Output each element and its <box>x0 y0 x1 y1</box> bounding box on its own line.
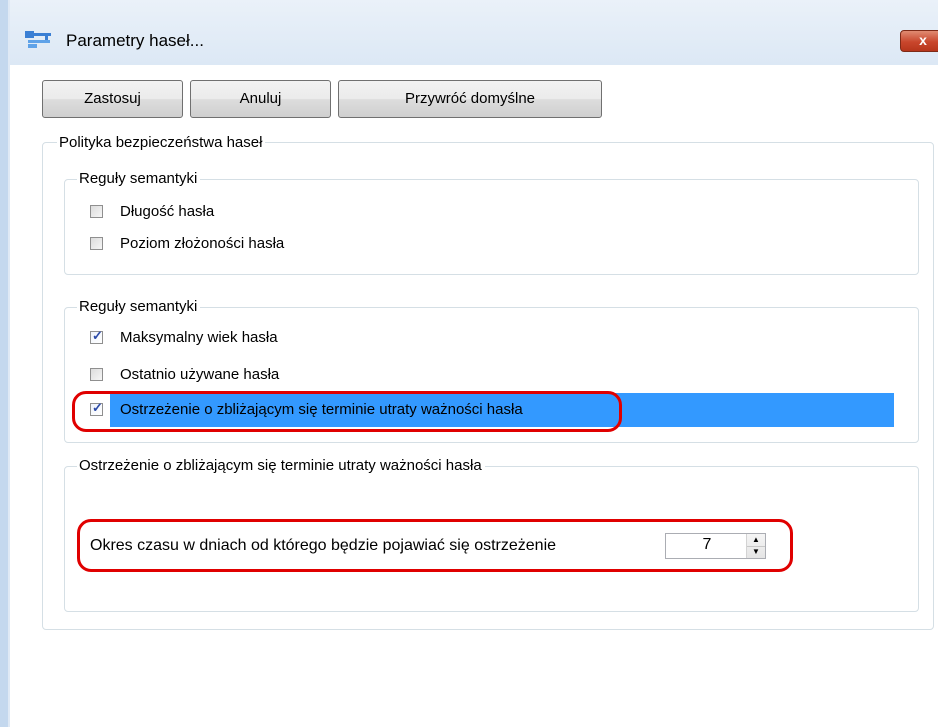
expiry-warning-group-title: Ostrzeżenie o zbliżającym się terminie u… <box>77 457 485 475</box>
app-key-icon <box>25 31 51 48</box>
cancel-button[interactable]: Anuluj <box>190 80 331 118</box>
password-complexity-label: Poziom złożoności hasła <box>120 235 285 252</box>
close-button[interactable]: x <box>900 30 938 52</box>
semantics-group-1 <box>64 179 919 275</box>
restore-defaults-button[interactable]: Przywróć domyślne <box>338 80 602 118</box>
max-password-age-checkbox[interactable]: ✓ <box>90 328 103 344</box>
max-password-age-label: Maksymalny wiek hasła <box>120 329 278 346</box>
password-complexity-checkbox[interactable] <box>90 237 103 250</box>
window-title: Parametry haseł... <box>66 31 204 50</box>
annotation-highlight-expiry-option <box>72 391 622 432</box>
password-policy-group-title: Polityka bezpieczeństwa haseł <box>57 134 266 152</box>
recent-passwords-label: Ostatnio używane hasła <box>120 366 280 383</box>
password-length-checkbox[interactable] <box>90 205 103 218</box>
close-icon: x <box>919 32 927 48</box>
title-bar[interactable]: Parametry haseł... x <box>10 0 938 65</box>
password-length-label: Długość hasła <box>120 203 215 220</box>
checkmark-icon: ✓ <box>92 328 103 343</box>
semantics-group-2-title: Reguły semantyki <box>77 298 201 316</box>
recent-passwords-checkbox[interactable] <box>90 368 103 381</box>
annotation-highlight-period <box>77 519 793 572</box>
semantics-group-1-title: Reguły semantyki <box>77 170 201 188</box>
apply-button[interactable]: Zastosuj <box>42 80 183 118</box>
